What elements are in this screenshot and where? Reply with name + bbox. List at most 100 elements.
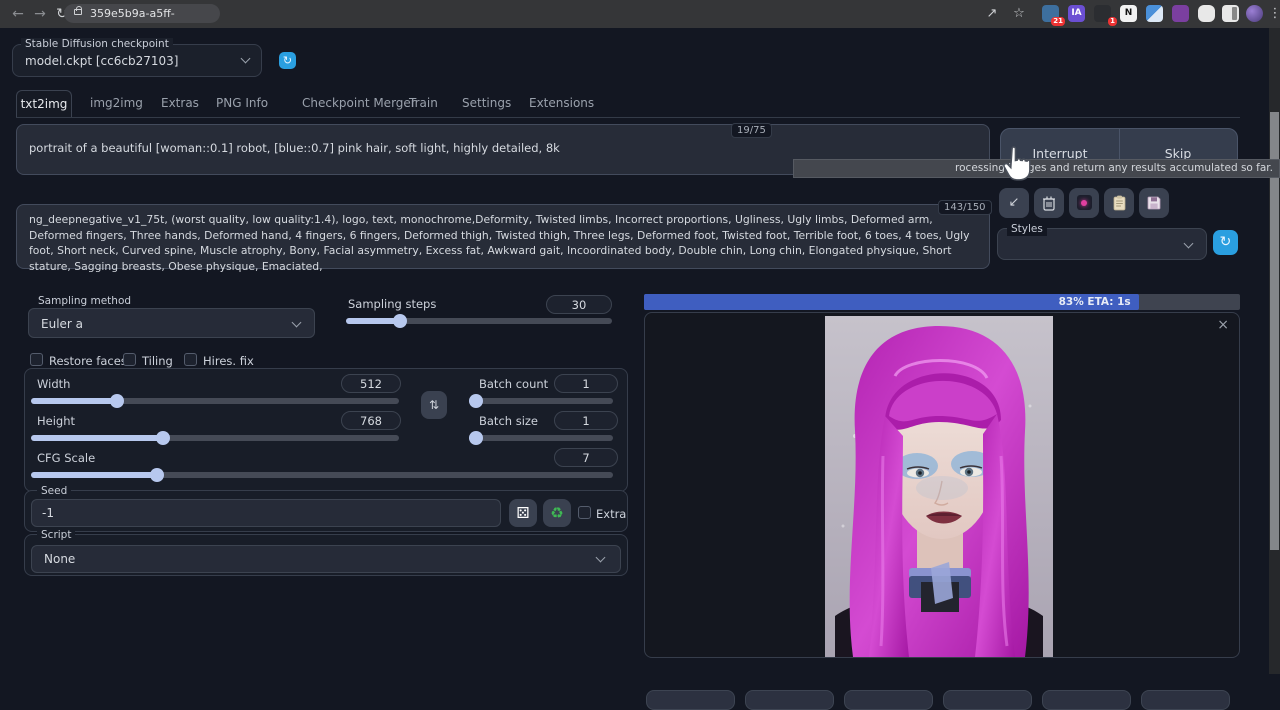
slider-handle[interactable] <box>469 394 483 408</box>
generated-image[interactable] <box>825 316 1053 657</box>
tab-checkpoint-merger[interactable]: Checkpoint Merger <box>302 90 416 117</box>
slider-handle[interactable] <box>469 431 483 445</box>
extra-seed-checkbox[interactable] <box>578 506 591 519</box>
back-icon[interactable]: ← <box>8 4 28 24</box>
notion-extension-icon[interactable]: N <box>1120 5 1137 22</box>
tab-extensions[interactable]: Extensions <box>529 90 594 117</box>
tab-extras[interactable]: Extras <box>161 90 199 117</box>
recycle-icon: ♻ <box>550 504 563 522</box>
chevron-down-icon <box>1184 239 1194 249</box>
slider-fill <box>31 398 117 404</box>
profile-avatar[interactable] <box>1246 5 1263 22</box>
width-slider[interactable] <box>31 398 399 404</box>
bottom-action-button[interactable] <box>1042 690 1131 710</box>
image-extension-icon[interactable] <box>1146 5 1163 22</box>
close-icon[interactable]: × <box>1217 317 1229 333</box>
batch-size-input[interactable]: 1 <box>554 411 618 430</box>
tiling-checkbox[interactable] <box>123 353 136 366</box>
batch-count-input[interactable]: 1 <box>554 374 618 393</box>
progress-fill: 83% ETA: 1s <box>644 294 1139 310</box>
swap-dimensions-button[interactable]: ⇅ <box>421 391 447 419</box>
hires-fix-label: Hires. fix <box>203 354 254 368</box>
height-slider[interactable] <box>31 435 399 441</box>
negative-token-counter: 143/150 <box>938 200 992 215</box>
sampling-steps-slider[interactable] <box>346 318 612 324</box>
batch-size-slider[interactable] <box>469 435 613 441</box>
tab-train[interactable]: Train <box>409 90 438 117</box>
address-bar[interactable]: 359e5b9a-a5ff-4216.gradio.live <box>64 4 220 23</box>
bottom-action-button[interactable] <box>745 690 834 710</box>
slider-handle[interactable] <box>110 394 124 408</box>
interrupt-tooltip: rocessing images and return any results … <box>793 159 1280 178</box>
tab-divider <box>16 117 1240 118</box>
tab-settings[interactable]: Settings <box>462 90 511 117</box>
tab-png-info[interactable]: PNG Info <box>216 90 268 117</box>
width-input[interactable]: 512 <box>341 374 401 393</box>
tab-bar: txt2img img2img Extras PNG Info Checkpoi… <box>0 90 1280 118</box>
batch-count-slider[interactable] <box>469 398 613 404</box>
arrow-down-left-icon: ↙ <box>1009 195 1020 210</box>
webui-page: Stable Diffusion checkpoint model.ckpt [… <box>0 28 1280 674</box>
slider-handle[interactable] <box>156 431 170 445</box>
card-icon <box>1077 195 1092 210</box>
prompt-token-counter: 19/75 <box>731 123 772 138</box>
restore-faces-checkbox[interactable] <box>30 353 43 366</box>
sampling-method-value: Euler a <box>41 317 83 331</box>
slider-handle[interactable] <box>150 468 164 482</box>
extra-networks-button[interactable] <box>1069 188 1099 218</box>
result-panel: × <box>644 312 1240 658</box>
checkpoint-dropdown[interactable]: model.ckpt [cc6cb27103] <box>25 54 178 68</box>
browser-toolbar: ← → ↻ 359e5b9a-a5ff-4216.gradio.live ↗ ☆… <box>0 0 1280 28</box>
cfg-scale-slider[interactable] <box>31 472 613 478</box>
seed-label: Seed <box>37 485 71 498</box>
apply-style-button[interactable] <box>1104 188 1134 218</box>
sampling-method-block: Sampling method Euler a <box>24 296 319 344</box>
share-icon[interactable]: ↗ <box>983 5 1001 23</box>
extension-badge-1: 21 <box>1051 17 1065 26</box>
slider-handle[interactable] <box>393 314 407 328</box>
sampling-steps-input[interactable]: 30 <box>546 295 612 314</box>
tab-txt2img[interactable]: txt2img <box>16 90 72 117</box>
cfg-scale-label: CFG Scale <box>37 451 95 465</box>
width-label: Width <box>37 377 70 391</box>
seed-block: Seed -1 ⚄ ♻ Extra <box>24 490 628 532</box>
puzzle-extensions-icon[interactable] <box>1198 5 1215 22</box>
purple-extension-icon[interactable] <box>1172 5 1189 22</box>
random-seed-button[interactable]: ⚄ <box>509 499 537 527</box>
bookmark-star-icon[interactable]: ☆ <box>1010 5 1028 23</box>
height-label: Height <box>37 414 75 428</box>
dice-icon: ⚄ <box>516 504 529 522</box>
script-value: None <box>44 552 75 566</box>
clear-prompt-button[interactable] <box>1034 188 1064 218</box>
kebab-menu-icon[interactable]: ⋮ <box>1266 5 1280 23</box>
extension-icon-2[interactable]: 1 <box>1094 5 1111 22</box>
reuse-seed-button[interactable]: ♻ <box>543 499 571 527</box>
seed-input[interactable]: -1 <box>31 499 501 527</box>
sidebar-glyph <box>1232 7 1237 20</box>
forward-icon[interactable]: → <box>30 4 50 24</box>
extension-ia-icon[interactable]: IA <box>1068 5 1085 22</box>
sidebar-toggle-icon[interactable] <box>1222 5 1239 22</box>
script-dropdown[interactable]: None <box>31 545 621 573</box>
cfg-scale-input[interactable]: 7 <box>554 448 618 467</box>
save-style-button[interactable] <box>1139 188 1169 218</box>
extension-icon-1[interactable]: 21 <box>1042 5 1059 22</box>
bottom-action-button[interactable] <box>646 690 735 710</box>
negative-prompt-textarea[interactable]: ng_deepnegative_v1_75t, (worst quality, … <box>16 204 990 269</box>
checkpoint-refresh-button[interactable]: ↻ <box>279 52 296 69</box>
bottom-action-button[interactable] <box>1141 690 1230 710</box>
styles-refresh-button[interactable]: ↻ <box>1213 230 1238 255</box>
height-input[interactable]: 768 <box>341 411 401 430</box>
chevron-down-icon <box>292 318 302 328</box>
seed-value: -1 <box>42 506 54 520</box>
sampling-method-dropdown[interactable]: Euler a <box>28 308 315 338</box>
bottom-action-button[interactable] <box>943 690 1032 710</box>
hires-fix-checkbox[interactable] <box>184 353 197 366</box>
paste-params-button[interactable]: ↙ <box>999 188 1029 218</box>
tab-img2img[interactable]: img2img <box>90 90 143 117</box>
page-scrollbar[interactable] <box>1269 28 1280 674</box>
hand-cursor <box>1000 144 1034 184</box>
bottom-action-button[interactable] <box>844 690 933 710</box>
chevron-down-icon[interactable] <box>241 54 251 64</box>
slider-fill <box>31 435 163 441</box>
